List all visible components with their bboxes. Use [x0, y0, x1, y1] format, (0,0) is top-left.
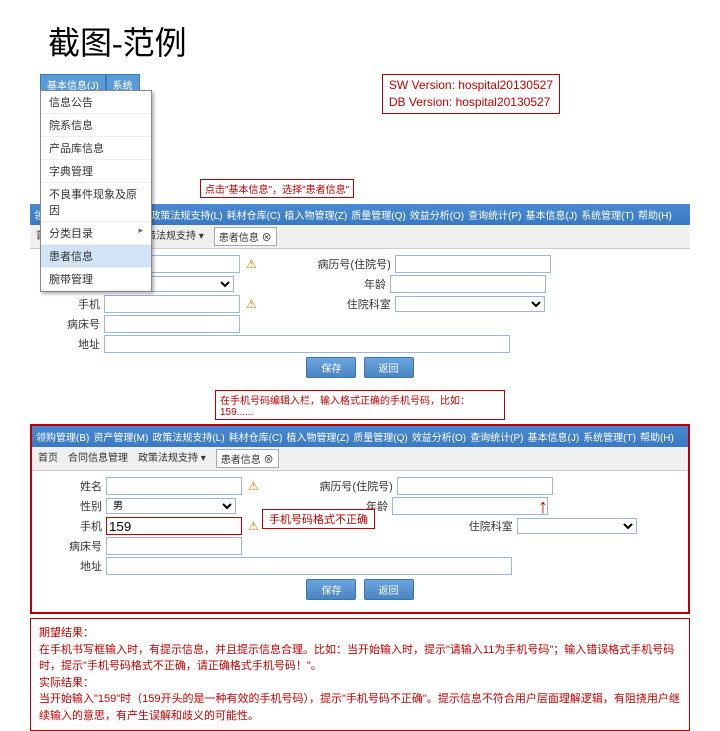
sub-tab-patient[interactable]: 患者信息 ⊗ [216, 449, 279, 468]
nav-item[interactable]: 耗材仓库(C) [229, 429, 283, 444]
nav-item[interactable]: 质量管理(Q) [353, 429, 407, 444]
age-label: 年龄 [286, 276, 386, 292]
nav-item[interactable]: 耗材仓库(C) [227, 207, 281, 222]
record-label: 病历号(住院号) [293, 478, 393, 494]
sub-tab-policy[interactable]: 政策法规支持 ▾ [138, 449, 206, 468]
nav-item[interactable]: 植入物管理(Z) [284, 207, 347, 222]
phone-input-error[interactable] [106, 517, 242, 535]
nav-item[interactable]: 政策法规支持(L) [150, 207, 222, 222]
record-input[interactable] [395, 255, 551, 273]
warning-icon: ⚠ [248, 519, 259, 533]
arrow-up-icon: ↑ [538, 496, 548, 519]
sw-version: SW Version: hospital20130527 [389, 77, 553, 94]
phone-label: 手机 [40, 296, 100, 312]
sub-bar-2: 首页 合同信息管理 政策法规支持 ▾ 患者信息 ⊗ [32, 447, 688, 471]
sex-select[interactable]: 男 [106, 498, 236, 514]
addr-label: 地址 [40, 336, 100, 352]
dept-select[interactable] [395, 296, 545, 312]
age-input[interactable] [392, 497, 548, 515]
nav-item[interactable]: 植入物管理(Z) [286, 429, 349, 444]
nav-item[interactable]: 领购管理(B) [36, 429, 89, 444]
error-tooltip: 手机号码格式不正确 [262, 509, 375, 529]
dropdown-item[interactable]: 字典管理 [41, 160, 151, 183]
warning-icon: ⚠ [248, 479, 259, 493]
nav-item[interactable]: 帮助(H) [640, 429, 674, 444]
bed-input[interactable] [104, 315, 240, 333]
dropdown-item[interactable]: 腕带管理 [41, 268, 151, 291]
nav-item[interactable]: 帮助(H) [638, 207, 672, 222]
nav-item[interactable]: 查询统计(P) [470, 429, 523, 444]
addr-label: 地址 [42, 558, 102, 574]
nav-item[interactable]: 效益分析(O) [412, 429, 466, 444]
addr-input[interactable] [104, 335, 510, 353]
record-input[interactable] [397, 477, 553, 495]
dept-label: 住院科室 [413, 518, 513, 534]
name-input[interactable] [106, 477, 242, 495]
bed-label: 病床号 [40, 316, 100, 332]
result-box: 期望结果： 在手机书写框输入时，有提示信息，并且提示信息合理。比如：当开始输入时… [30, 618, 690, 731]
bed-label: 病床号 [42, 538, 102, 554]
phone-input[interactable] [104, 295, 240, 313]
dropdown-item[interactable]: 不良事件现象及原因 [41, 183, 151, 222]
chevron-right-icon: ▸ [138, 225, 143, 236]
dropdown-menu: 信息公告 院系信息 产品库信息 字典管理 不良事件现象及原因 分类目录 ▸ 患者信… [40, 90, 152, 292]
nav-item[interactable]: 系统管理(T) [583, 429, 636, 444]
slide-title: 截图-范例 [0, 0, 720, 74]
callout-step1: 点击"基本信息"，选择"患者信息" [200, 179, 354, 198]
nav-bar-2: 领购管理(B) 资产管理(M) 政策法规支持(L) 耗材仓库(C) 植入物管理(… [32, 426, 688, 447]
expected-text: 在手机书写框输入时，有提示信息，并且提示信息合理。比如：当开始输入时，提示"请输… [39, 642, 681, 675]
dropdown-item[interactable]: 分类目录 ▸ [41, 222, 151, 245]
actual-text: 当开始输入"159"时（159开头的是一种有效的手机号码），提示"手机号码不正确… [39, 691, 681, 724]
nav-item[interactable]: 质量管理(Q) [351, 207, 405, 222]
form-block-2: 领购管理(B) 资产管理(M) 政策法规支持(L) 耗材仓库(C) 植入物管理(… [30, 424, 690, 614]
db-version: DB Version: hospital20130527 [389, 94, 553, 111]
expected-heading: 期望结果： [39, 625, 681, 642]
version-box: SW Version: hospital20130527 DB Version:… [382, 74, 560, 114]
dropdown-label: 分类目录 [49, 228, 93, 240]
dropdown-item-patient[interactable]: 患者信息 [41, 245, 151, 268]
dept-select[interactable] [517, 518, 637, 534]
sub-tab-home[interactable]: 首页 [38, 449, 58, 468]
nav-item[interactable]: 基本信息(J) [528, 429, 580, 444]
addr-input[interactable] [106, 557, 512, 575]
sex-label: 性别 [42, 498, 102, 514]
dept-label: 住院科室 [291, 296, 391, 312]
actual-heading: 实际结果： [39, 675, 681, 692]
phone-label: 手机 [42, 518, 102, 534]
warning-icon: ⚠ [246, 297, 257, 311]
dropdown-item[interactable]: 院系信息 [41, 114, 151, 137]
nav-item[interactable]: 基本信息(J) [526, 207, 578, 222]
back-button[interactable]: 返回 [364, 357, 414, 378]
dropdown-item[interactable]: 信息公告 [41, 91, 151, 114]
nav-item[interactable]: 资产管理(M) [93, 429, 148, 444]
nav-item[interactable]: 效益分析(O) [410, 207, 464, 222]
callout-step2: 在手机号码编辑入栏，输入格式正确的手机号码，比如：159...... [215, 390, 505, 420]
age-input[interactable] [390, 275, 546, 293]
name-label: 姓名 [42, 478, 102, 494]
back-button[interactable]: 返回 [364, 579, 414, 600]
record-label: 病历号(住院号) [291, 256, 391, 272]
save-button[interactable]: 保存 [306, 357, 356, 378]
nav-item[interactable]: 查询统计(P) [468, 207, 521, 222]
sub-tab-contract[interactable]: 合同信息管理 [68, 449, 128, 468]
sub-tab-patient[interactable]: 患者信息 ⊗ [214, 227, 277, 246]
nav-item[interactable]: 政策法规支持(L) [152, 429, 224, 444]
warning-icon: ⚠ [246, 257, 257, 271]
save-button[interactable]: 保存 [306, 579, 356, 600]
nav-item[interactable]: 系统管理(T) [581, 207, 634, 222]
dropdown-item[interactable]: 产品库信息 [41, 137, 151, 160]
